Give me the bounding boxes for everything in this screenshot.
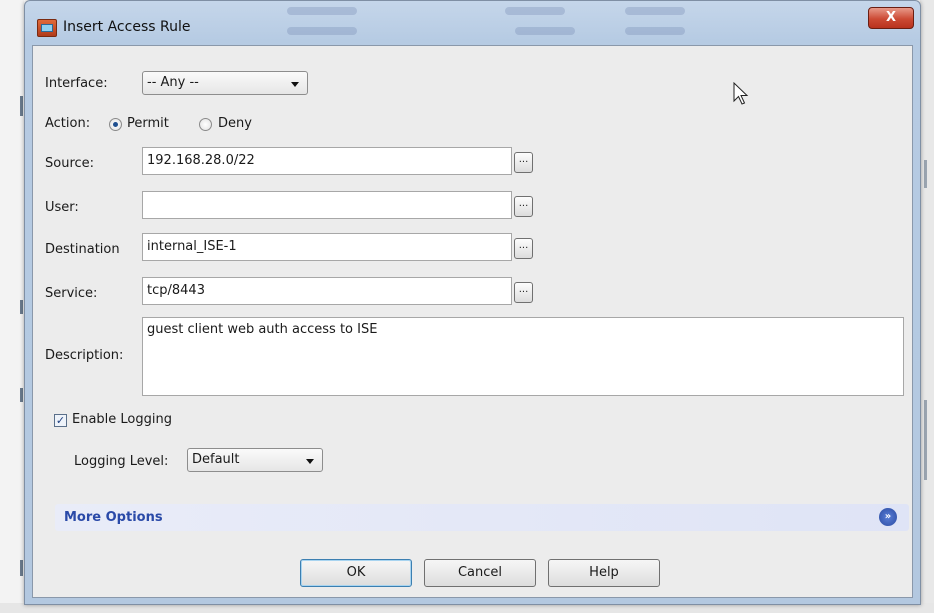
title-ghost <box>515 27 575 35</box>
source-field[interactable]: 192.168.28.0/22 <box>142 147 512 175</box>
interface-label: Interface: <box>45 76 108 91</box>
background-app-left-edge <box>0 0 24 613</box>
permit-radio[interactable] <box>109 118 122 131</box>
service-label: Service: <box>45 286 98 301</box>
logging-level-select-value: Default <box>192 452 240 467</box>
title-bar[interactable]: Insert Access Rule X <box>25 1 920 45</box>
cancel-button[interactable]: Cancel <box>424 559 536 587</box>
window-title: Insert Access Rule <box>63 19 191 35</box>
app-icon <box>37 19 57 37</box>
description-textarea[interactable]: guest client web auth access to ISE <box>142 317 904 396</box>
title-ghost <box>287 27 357 35</box>
mouse-cursor-icon <box>733 82 749 105</box>
source-browse-button[interactable]: ... <box>514 152 533 173</box>
background-app-right-edge <box>920 0 934 613</box>
ok-button[interactable]: OK <box>300 559 412 587</box>
source-label: Source: <box>45 156 95 171</box>
permit-radio-label[interactable]: Permit <box>127 116 169 131</box>
dropdown-arrow-icon <box>306 459 314 464</box>
interface-select[interactable]: -- Any -- <box>142 71 308 95</box>
action-label: Action: <box>45 116 91 131</box>
dialog-client-area: Interface: -- Any -- Action: Permit Deny… <box>32 45 913 598</box>
insert-access-rule-dialog: Insert Access Rule X Interface: -- Any -… <box>24 0 921 605</box>
more-options-bar[interactable]: More Options » <box>55 504 909 531</box>
service-browse-button[interactable]: ... <box>514 282 533 303</box>
title-ghost <box>287 7 357 15</box>
destination-browse-button[interactable]: ... <box>514 238 533 259</box>
title-ghost <box>625 7 685 15</box>
chevron-double-down-icon[interactable]: » <box>879 508 897 526</box>
description-label: Description: <box>45 348 124 363</box>
title-ghost <box>505 7 565 15</box>
service-field[interactable]: tcp/8443 <box>142 277 512 305</box>
more-options-label[interactable]: More Options <box>64 510 163 525</box>
enable-logging-label[interactable]: Enable Logging <box>72 412 172 427</box>
deny-radio[interactable] <box>199 118 212 131</box>
interface-select-value: -- Any -- <box>147 75 199 90</box>
dropdown-arrow-icon <box>291 82 299 87</box>
destination-label: Destination <box>45 242 120 257</box>
user-label: User: <box>45 200 79 215</box>
enable-logging-checkbox[interactable]: ✓ <box>54 414 67 427</box>
logging-level-select[interactable]: Default <box>187 448 323 472</box>
title-ghost <box>625 27 685 35</box>
deny-radio-label[interactable]: Deny <box>218 116 252 131</box>
user-field[interactable] <box>142 191 512 219</box>
logging-level-label: Logging Level: <box>74 454 169 469</box>
close-icon[interactable]: X <box>868 7 914 29</box>
help-button[interactable]: Help <box>548 559 660 587</box>
destination-field[interactable]: internal_ISE-1 <box>142 233 512 261</box>
user-browse-button[interactable]: ... <box>514 196 533 217</box>
